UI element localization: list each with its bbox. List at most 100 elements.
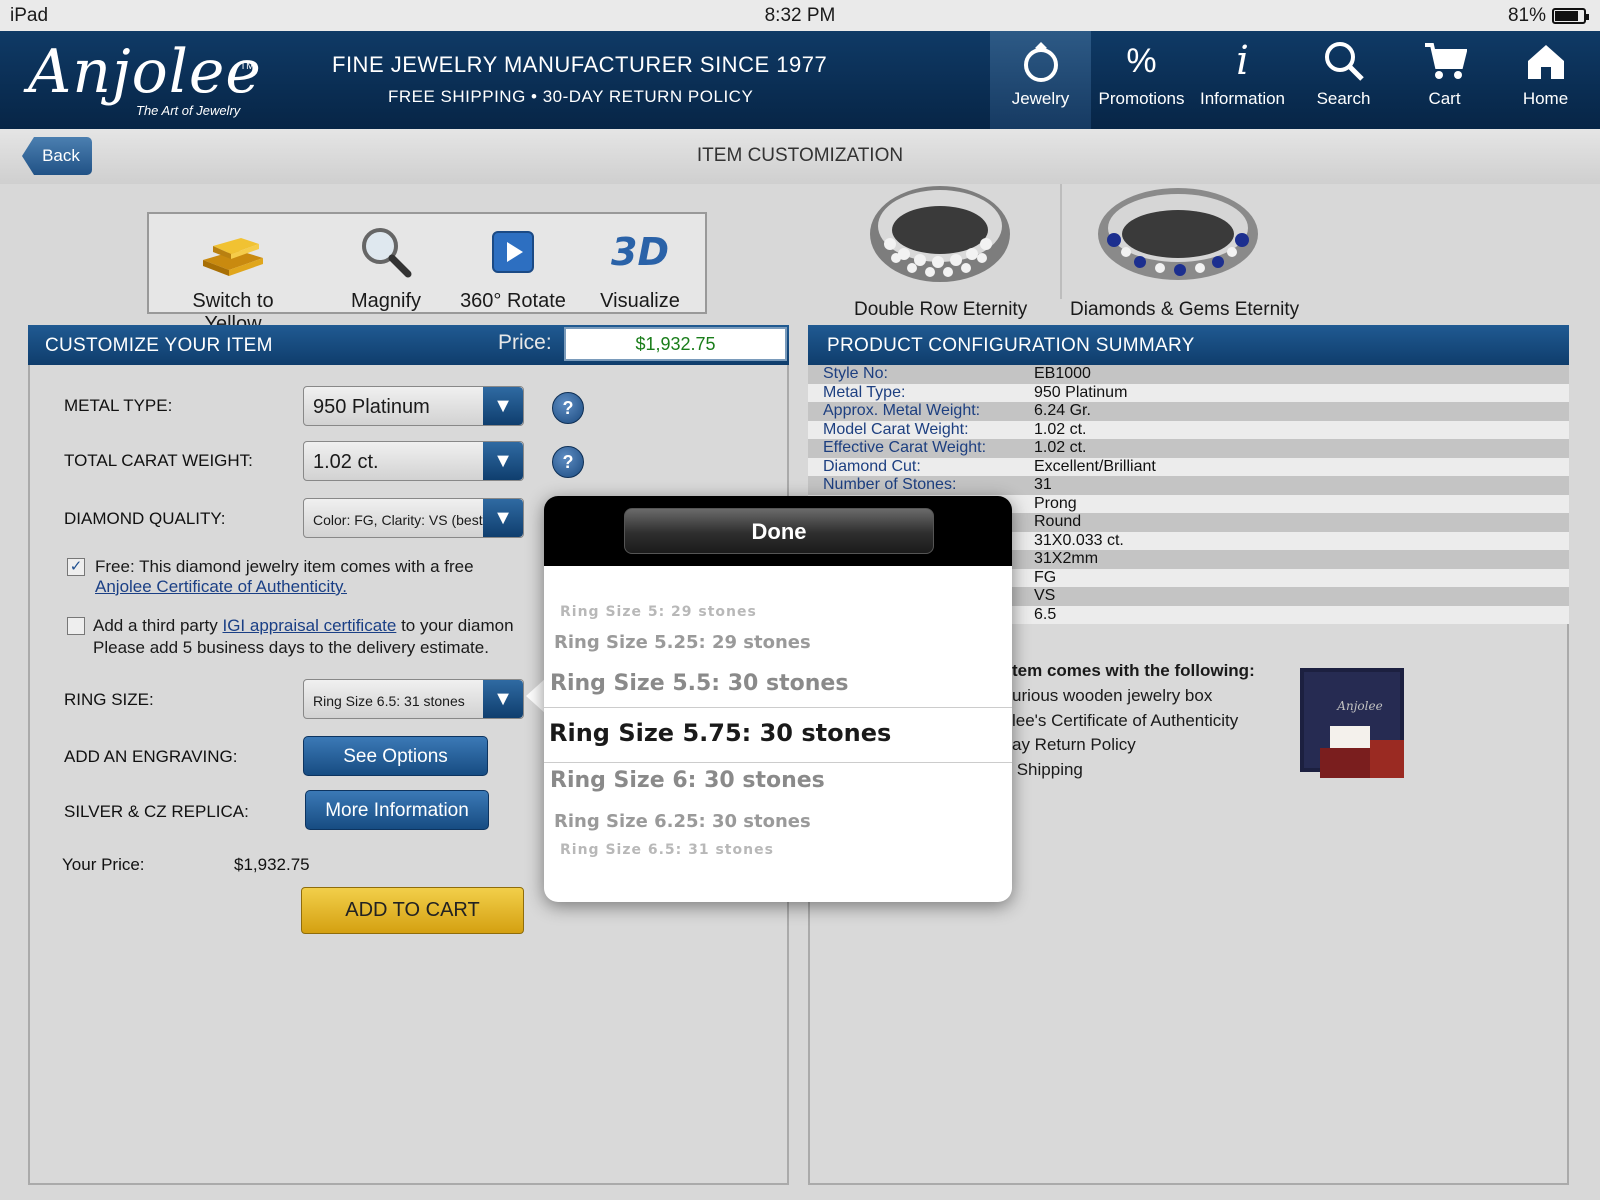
chevron-down-icon: ▼ xyxy=(483,499,523,537)
nav-search[interactable]: Search xyxy=(1293,31,1394,129)
summary-row: Model Carat Weight: 1.02 ct. xyxy=(808,420,1569,439)
svg-text:Anjolee: Anjolee xyxy=(1336,699,1382,713)
picker-option-selected[interactable]: Ring Size 5.75: 30 stones xyxy=(549,719,1012,747)
includes-title: tem comes with the following: xyxy=(1012,661,1255,680)
nav-label: Home xyxy=(1522,89,1569,108)
brand-logo[interactable]: Anjolee xyxy=(28,37,262,107)
metal-type-label: METAL TYPE: xyxy=(64,396,173,415)
nav-home[interactable]: Home xyxy=(1495,31,1596,129)
picker-option[interactable]: Ring Size 6.25: 30 stones xyxy=(554,811,1012,832)
app-header: Anjolee TM The Art of Jewelry FINE JEWEL… xyxy=(0,31,1600,129)
summary-row: Effective Carat Weight: 1.02 ct. xyxy=(808,439,1569,458)
metal-type-select[interactable]: 950 Platinum ▼ xyxy=(303,386,524,426)
delivery-note: Please add 5 business days to the delive… xyxy=(93,638,489,657)
rotate-360-button[interactable]: 360° Rotate xyxy=(443,224,583,313)
summary-value: 1.02 ct. xyxy=(1034,439,1087,456)
summary-header: PRODUCT CONFIGURATION SUMMARY xyxy=(808,325,1569,365)
nav-promotions[interactable]: % Promotions xyxy=(1091,31,1192,129)
picker-pointer xyxy=(526,678,546,714)
summary-row: Diamond Cut: Excellent/Brilliant xyxy=(808,457,1569,476)
select-value: Color: FG, Clarity: VS (best) xyxy=(313,512,488,528)
carat-help-icon[interactable]: ? xyxy=(552,446,584,478)
related-caption[interactable]: Diamonds & Gems Eternity xyxy=(1070,299,1299,321)
include-item: ay Return Policy xyxy=(1012,735,1136,754)
visualize-button[interactable]: 3D Visualize xyxy=(570,224,710,313)
magnifier-icon xyxy=(316,224,456,280)
done-button[interactable]: Done xyxy=(624,508,934,554)
logo-subtitle: The Art of Jewelry xyxy=(136,103,241,118)
include-item: urious wooden jewelry box xyxy=(1012,686,1213,705)
see-options-button[interactable]: See Options xyxy=(303,736,488,776)
igi-text-prefix: Add a third party xyxy=(93,616,218,635)
summary-row: Approx. Metal Weight: 6.24 Gr. xyxy=(808,402,1569,421)
summary-value: 31 xyxy=(1034,476,1052,493)
nav-cart[interactable]: Cart xyxy=(1394,31,1495,129)
status-bar: iPad 8:32 PM 81% xyxy=(0,0,1600,31)
ring-size-select[interactable]: Ring Size 6.5: 31 stones ▼ xyxy=(303,679,524,719)
tool-label: Visualize xyxy=(600,290,680,312)
chevron-down-icon: ▼ xyxy=(483,442,523,480)
summary-value: Prong xyxy=(1034,494,1077,512)
picker-option[interactable]: Ring Size 5.25: 29 stones xyxy=(554,632,1012,653)
info-icon: i xyxy=(1236,38,1249,84)
more-information-button[interactable]: More Information xyxy=(305,790,489,830)
clock: 8:32 PM xyxy=(764,5,836,26)
summary-row: Number of Stones: 31 xyxy=(808,476,1569,495)
summary-key: Number of Stones: xyxy=(823,476,957,493)
select-value: 1.02 ct. xyxy=(313,451,379,473)
nav-jewelry[interactable]: Jewelry xyxy=(990,31,1091,129)
summary-value: 6.5 xyxy=(1034,605,1057,623)
customize-title: CUSTOMIZE YOUR ITEM xyxy=(45,335,273,356)
header-subtagline: FREE SHIPPING • 30-DAY RETURN POLICY xyxy=(388,87,754,106)
header-tagline: FINE JEWELRY MANUFACTURER SINCE 1977 xyxy=(332,52,828,77)
ring-size-picker[interactable]: Done Ring Size 5: 29 stones Ring Size 5.… xyxy=(544,496,1012,902)
nav-label: Jewelry xyxy=(1011,89,1070,108)
picker-option[interactable]: Ring Size 6.5: 31 stones xyxy=(560,842,1012,858)
battery-indicator: 81% xyxy=(1508,5,1589,27)
search-icon xyxy=(1293,31,1394,91)
jewelry-box-image: Anjolee xyxy=(1300,668,1404,786)
igi-appraisal-link[interactable]: IGI appraisal certificate xyxy=(222,616,396,635)
certificate-link[interactable]: Anjolee Certificate of Authenticity. xyxy=(95,577,347,597)
picker-option[interactable]: Ring Size 6: 30 stones xyxy=(550,768,1012,793)
free-certificate-checkbox[interactable]: ✓ xyxy=(67,558,85,576)
metal-help-icon[interactable]: ? xyxy=(552,392,584,424)
picker-option[interactable]: Ring Size 5: 29 stones xyxy=(560,604,1012,620)
3d-icon: 3D xyxy=(611,230,669,274)
carat-weight-select[interactable]: 1.02 ct. ▼ xyxy=(303,441,524,481)
battery-icon xyxy=(1552,8,1589,24)
summary-row: Style No: EB1000 xyxy=(808,365,1569,384)
summary-key: Metal Type: xyxy=(823,383,906,401)
ring-size-label: RING SIZE: xyxy=(64,690,154,709)
summary-value: 950 Platinum xyxy=(1034,383,1128,401)
summary-value: EB1000 xyxy=(1034,365,1091,382)
igi-appraisal-checkbox[interactable] xyxy=(67,617,85,635)
magnify-button[interactable]: Magnify xyxy=(316,224,456,313)
nav-information[interactable]: i Information xyxy=(1192,31,1293,129)
add-to-cart-button[interactable]: ADD TO CART xyxy=(301,887,524,934)
your-price-value: $1,932.75 xyxy=(234,855,310,874)
summary-value: Excellent/Brilliant xyxy=(1034,457,1156,475)
igi-text-suffix: to your diamon xyxy=(401,616,514,635)
switch-to-yellow-button[interactable]: Switch to Yellow xyxy=(163,224,303,336)
related-caption[interactable]: Double Row Eternity xyxy=(854,299,1027,321)
price-label: Price: xyxy=(498,331,552,354)
diamond-quality-select[interactable]: Color: FG, Clarity: VS (best) ▼ xyxy=(303,498,524,538)
home-icon xyxy=(1495,31,1596,91)
nav-label: Search xyxy=(1316,89,1371,108)
nav-label: Information xyxy=(1199,89,1286,108)
tool-label: 360° Rotate xyxy=(460,290,566,312)
tool-label: Magnify xyxy=(350,290,422,312)
include-item: lee's Certificate of Authenticity xyxy=(1012,711,1239,730)
summary-value: 1.02 ct. xyxy=(1034,420,1087,438)
diamonds-gems-eternity-image[interactable] xyxy=(1090,184,1265,294)
double-row-eternity-image[interactable] xyxy=(860,184,1020,294)
title-bar: Back ITEM CUSTOMIZATION xyxy=(0,129,1600,184)
picker-option[interactable]: Ring Size 5.5: 30 stones xyxy=(550,671,1012,696)
summary-value: FG xyxy=(1034,568,1057,586)
your-price-label: Your Price: xyxy=(62,855,145,874)
summary-key: Diamond Cut: xyxy=(823,457,921,475)
nav-label: Promotions xyxy=(1098,89,1185,108)
summary-title: PRODUCT CONFIGURATION SUMMARY xyxy=(827,335,1195,356)
summary-value: 31X0.033 ct. xyxy=(1034,531,1124,549)
